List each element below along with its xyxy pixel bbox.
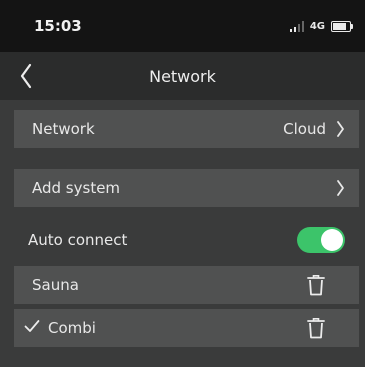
trash-icon[interactable]	[307, 317, 325, 339]
network-type-label: 4G	[309, 20, 325, 32]
status-time: 15:03	[34, 17, 82, 35]
status-indicators: 4G	[289, 20, 353, 32]
network-row-value-group: Cloud	[283, 120, 345, 138]
page-title: Network	[149, 66, 216, 86]
system-item-label-group: Sauna	[32, 276, 79, 294]
add-system-label: Add system	[32, 179, 121, 197]
auto-connect-label: Auto connect	[28, 231, 128, 249]
battery-icon	[331, 20, 353, 32]
system-name: Sauna	[32, 276, 79, 294]
chevron-right-icon	[336, 179, 345, 197]
status-bar: 15:03 4G	[0, 0, 365, 52]
system-list-item[interactable]: Sauna	[14, 266, 359, 304]
toggle-knob	[321, 229, 343, 251]
add-system-row[interactable]: Add system	[14, 169, 359, 207]
system-name: Combi	[48, 319, 96, 337]
signal-icon	[289, 20, 304, 32]
trash-icon[interactable]	[307, 274, 325, 296]
network-row[interactable]: Network Cloud	[14, 110, 359, 148]
network-row-value: Cloud	[283, 120, 326, 138]
network-row-label: Network	[32, 120, 95, 138]
auto-connect-row: Auto connect	[14, 222, 359, 258]
system-item-label-group: Combi	[24, 319, 96, 337]
chevron-right-icon	[336, 120, 345, 138]
navigation-bar: Network	[0, 52, 365, 100]
auto-connect-toggle[interactable]	[297, 227, 345, 253]
back-chevron-icon	[20, 63, 32, 89]
back-button[interactable]	[14, 60, 38, 92]
checkmark-icon	[24, 319, 40, 337]
system-list-item[interactable]: Combi	[14, 309, 359, 347]
